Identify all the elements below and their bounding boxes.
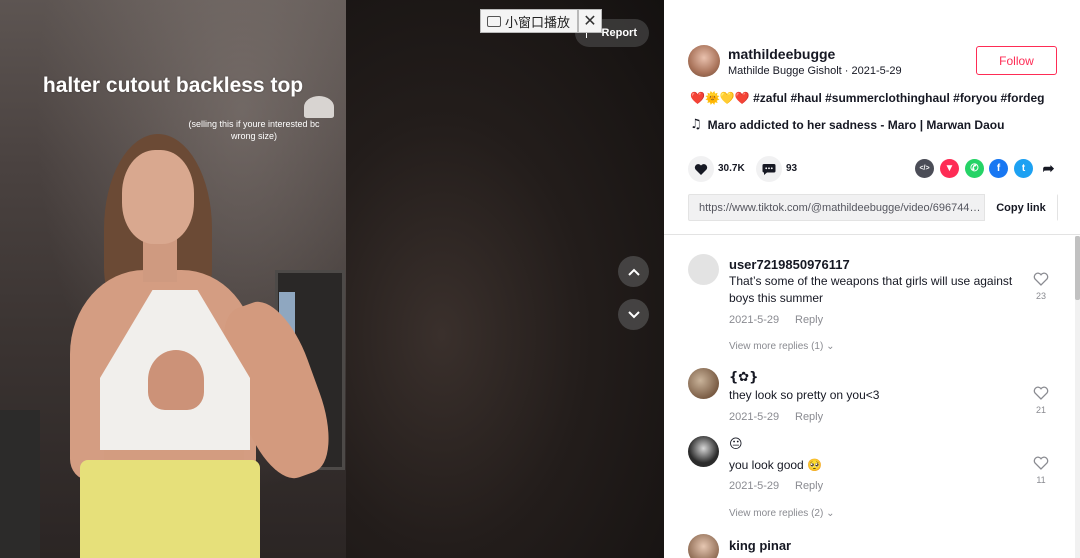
comment-like-button[interactable] [1032, 386, 1050, 405]
video-overlay-title: halter cutout backless top [42, 74, 304, 97]
share-more-icon[interactable]: ➦ [1039, 159, 1058, 178]
follow-button[interactable]: Follow [976, 46, 1057, 75]
mini-window-close-button[interactable]: ✕ [578, 9, 602, 33]
chevron-down-icon: ⌄ [826, 508, 835, 519]
halter-top-cutout [148, 350, 204, 410]
comment-reply-button[interactable]: Reply [795, 411, 823, 423]
comments-scrollbar[interactable] [1075, 236, 1080, 558]
music-link[interactable]: ♫ Maro addicted to her sadness - Maro | … [690, 117, 1004, 132]
comment-avatar[interactable] [688, 368, 719, 399]
embed-icon[interactable]: </> [915, 159, 934, 178]
person-face [122, 150, 194, 244]
yellow-pants [80, 460, 260, 558]
comment-like-button[interactable] [1032, 456, 1050, 475]
comments-list: user7219850976117 That’s some of the wea… [664, 236, 1080, 558]
heart-outline-icon [1033, 456, 1049, 470]
author-avatar[interactable] [688, 45, 720, 77]
video-info-panel: mathildeebugge Mathilde Bugge Gisholt · … [664, 0, 1080, 558]
comment-avatar[interactable] [688, 254, 719, 285]
post-caption: ❤️🌞💛❤️ #zaful #haul #summerclothinghaul … [690, 91, 1044, 105]
post-header: mathildeebugge Mathilde Bugge Gisholt · … [664, 0, 1080, 235]
view-more-label: View more replies (2) [729, 508, 824, 519]
close-icon: ✕ [583, 13, 597, 30]
video-overlay-subtitle: (selling this if youre interested bc wro… [188, 119, 320, 141]
heart-outline-icon [1033, 386, 1049, 400]
comment-icon [762, 163, 776, 175]
comment-button[interactable] [756, 156, 782, 182]
caption-emojis: ❤️🌞💛❤️ [690, 91, 750, 105]
comment-date: 2021-5-29 [729, 411, 780, 423]
mini-window-button[interactable]: 小窗口播放 [480, 9, 578, 33]
chevron-down-icon: ⌄ [826, 341, 835, 352]
comment-date: 2021-5-29 [729, 480, 780, 492]
heart-icon [694, 163, 708, 175]
chevron-down-icon [627, 310, 640, 318]
like-button[interactable] [688, 156, 714, 182]
next-video-button[interactable] [618, 299, 649, 330]
view-more-replies[interactable]: View more replies (2) ⌄ [729, 508, 834, 519]
author-username[interactable]: mathildeebugge [728, 46, 835, 62]
mini-window-label: 小窗口播放 [505, 15, 571, 31]
heart-outline-icon [1033, 272, 1049, 286]
tv-icon [487, 15, 501, 27]
like-count: 30.7K [718, 163, 745, 174]
video-frame[interactable]: halter cutout backless top (selling this… [0, 0, 346, 558]
share-link-box: https://www.tiktok.com/@mathildeebugge/v… [688, 194, 1058, 221]
music-note-icon: ♫ [690, 117, 702, 132]
comment-text: you look good 🥺 [729, 458, 822, 472]
author-nickname-date: Mathilde Bugge Gisholt · 2021-5-29 [728, 65, 902, 77]
comment-like-button[interactable] [1032, 272, 1050, 291]
music-title: Maro addicted to her sadness - Maro | Ma… [707, 117, 1005, 132]
whatsapp-icon[interactable]: ✆ [965, 159, 984, 178]
view-more-label: View more replies (1) [729, 341, 824, 352]
tiktok-send-icon[interactable]: ▼ [940, 159, 959, 178]
comment-reply-button[interactable]: Reply [795, 314, 823, 326]
comment-username[interactable]: user7219850976117 [729, 257, 850, 272]
twitter-icon[interactable]: t [1014, 159, 1033, 178]
plant [0, 410, 40, 558]
comment-like-count: 21 [1035, 405, 1046, 415]
copy-link-button[interactable]: Copy link [984, 194, 1057, 221]
comment-like-count: 11 [1036, 475, 1046, 485]
chevron-up-icon [627, 268, 640, 276]
facebook-icon[interactable]: f [989, 159, 1008, 178]
report-label: Report [601, 27, 637, 39]
video-blurred-backdrop [346, 0, 664, 558]
comment-date: 2021-5-29 [729, 314, 780, 326]
comment-avatar[interactable] [688, 534, 719, 558]
caption-hashtags[interactable]: #zaful #haul #summerclothinghaul #foryou… [750, 91, 1044, 105]
share-link-url[interactable]: https://www.tiktok.com/@mathildeebugge/v… [689, 202, 984, 214]
comment-text: they look so pretty on you<3 [729, 388, 880, 402]
comment-text: That’s some of the weapons that girls wi… [729, 274, 1013, 305]
video-player[interactable]: halter cutout backless top (selling this… [0, 0, 664, 558]
view-more-replies[interactable]: View more replies (1) ⌄ [729, 341, 834, 352]
comment-username[interactable]: {✿} [729, 370, 758, 385]
comment-avatar[interactable] [688, 436, 719, 467]
comment-count: 93 [786, 163, 798, 174]
comment-reply-button[interactable]: Reply [795, 480, 823, 492]
comment-like-count: 23 [1035, 291, 1046, 301]
scrollbar-thumb[interactable] [1075, 236, 1080, 300]
comment-username[interactable]: 😐 [729, 437, 743, 452]
ceiling-lamp [304, 96, 334, 118]
previous-video-button[interactable] [618, 256, 649, 287]
comment-username[interactable]: king pinar [729, 538, 791, 553]
